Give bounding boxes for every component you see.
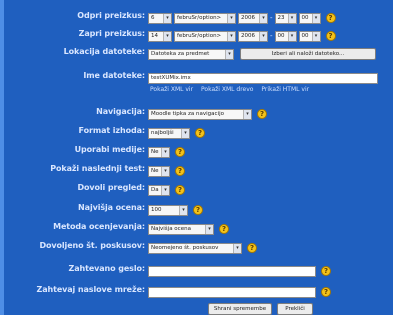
next-test-select[interactable]: Ne ▾ (148, 165, 170, 177)
help-icon[interactable]: ? (219, 224, 229, 234)
row-attempts: Dovoljeno št. poskusov: Neomejeno št. po… (0, 239, 393, 257)
help-icon[interactable]: ? (193, 205, 203, 215)
open-label: Odpri preizkus: (77, 11, 145, 20)
media-label: Uporabi medije: (74, 145, 146, 154)
show-xml-tree-link[interactable]: Pokaži XML drevo (201, 86, 253, 93)
max-grade-select[interactable]: 100 ▾ (148, 204, 188, 216)
close-day-select[interactable]: 14 ▾ (148, 30, 172, 42)
open-year-select[interactable]: 2006 ▾ (238, 12, 268, 24)
row-close: Zapri preizkus: 14 ▾ februSr/option> ▾ 200… (0, 27, 393, 45)
review-label: Dovoli pregled: (77, 183, 145, 192)
location-select[interactable]: Datoteka za predmet ▾ (148, 48, 234, 60)
open-hour-select[interactable]: 23 ▾ (274, 12, 297, 24)
help-icon[interactable]: ? (175, 147, 185, 157)
max-grade-label: Najvišja ocena: (78, 203, 145, 212)
settings-panel: Odpri preizkus: 6 ▾ februSr/option> ▾ 2006… (0, 0, 393, 315)
row-media: Uporabi medije: Ne ▾ ? (0, 143, 393, 161)
network-label: Zahtevaj naslove mreže: (36, 285, 146, 294)
row-location: Lokacija datoteke: Datoteka za predmet ▾ … (0, 45, 393, 63)
choose-file-button[interactable]: Izberi ali naloži datoteko... (240, 48, 376, 60)
row-password: Zahtevano geslo: ? (0, 262, 393, 280)
close-minute-select[interactable]: 00 ▾ (298, 30, 321, 42)
media-select[interactable]: Ne ▾ (148, 146, 170, 158)
format-select[interactable]: najboljši ▾ (148, 127, 190, 139)
navigation-label: Navigacija: (96, 107, 145, 116)
close-year-select[interactable]: 2006 ▾ (238, 30, 268, 42)
row-review: Dovoli pregled: Da ▾ ? (0, 181, 393, 199)
help-icon[interactable]: ? (175, 185, 185, 195)
row-format: Format izhoda: najboljši ▾ ? (0, 124, 393, 142)
help-icon[interactable]: ? (321, 287, 331, 297)
filename-label: Ime datoteke: (83, 71, 145, 80)
help-icon[interactable]: ? (325, 13, 336, 23)
help-icon[interactable]: ? (195, 128, 205, 138)
cancel-button[interactable]: Prekliči (277, 302, 313, 315)
password-input[interactable] (148, 265, 316, 277)
format-label: Format izhoda: (78, 126, 146, 135)
grading-method-select[interactable]: Najvišja ocena ▾ (148, 223, 214, 235)
row-network: Zahtevaj naslove mreže: ? (0, 283, 393, 301)
help-icon[interactable]: ? (175, 166, 185, 176)
row-navigation: Navigacija: Moodle tipka za navigacijo ▾ … (0, 105, 393, 123)
help-icon[interactable]: ? (325, 31, 336, 41)
filename-input[interactable]: testXUMix.imx (148, 72, 378, 84)
show-xml-source-link[interactable]: Pokaži XML vir (150, 86, 193, 93)
open-day-select[interactable]: 6 ▾ (148, 12, 172, 24)
location-label: Lokacija datoteke: (63, 47, 145, 56)
help-icon[interactable]: ? (247, 243, 257, 253)
row-actions: Shrani spremembe Prekliči (0, 302, 393, 315)
navigation-select[interactable]: Moodle tipka za navigacijo ▾ (148, 108, 252, 120)
row-next-test: Pokaži naslednji test: Ne ▾ ? (0, 162, 393, 180)
row-grading-method: Metoda ocenjevanja: Najvišja ocena ▾ ? (0, 220, 393, 238)
attempts-label: Dovoljeno št. poskusov: (39, 241, 145, 250)
network-input[interactable] (148, 286, 316, 298)
attempts-select[interactable]: Neomejeno št. poskusov ▾ (148, 242, 242, 254)
help-icon[interactable]: ? (257, 109, 267, 119)
grading-method-label: Metoda ocenjevanja: (53, 222, 145, 231)
row-filename-links: Pokaži XML vir Pokaži XML drevo Prikaži … (0, 86, 393, 96)
close-month-select[interactable]: februSr/option> ▾ (174, 30, 236, 42)
open-minute-select[interactable]: 00 ▾ (298, 12, 321, 24)
close-label: Zapri preizkus: (78, 29, 145, 38)
row-max-grade: Najvišja ocena: 100 ▾ ? (0, 201, 393, 219)
row-open: Odpri preizkus: 6 ▾ februSr/option> ▾ 2006… (0, 9, 393, 27)
next-test-label: Pokaži naslednji test: (50, 164, 145, 173)
review-select[interactable]: Da ▾ (148, 184, 170, 196)
help-icon[interactable]: ? (321, 266, 331, 276)
show-html-source-link[interactable]: Prikaži HTML vir (261, 86, 309, 93)
close-hour-select[interactable]: 00 ▾ (274, 30, 297, 42)
save-changes-button[interactable]: Shrani spremembe (208, 302, 272, 315)
open-month-select[interactable]: februSr/option> ▾ (174, 12, 236, 24)
password-label: Zahtevano geslo: (68, 264, 146, 273)
row-filename: Ime datoteke: testXUMix.imx (0, 69, 393, 87)
